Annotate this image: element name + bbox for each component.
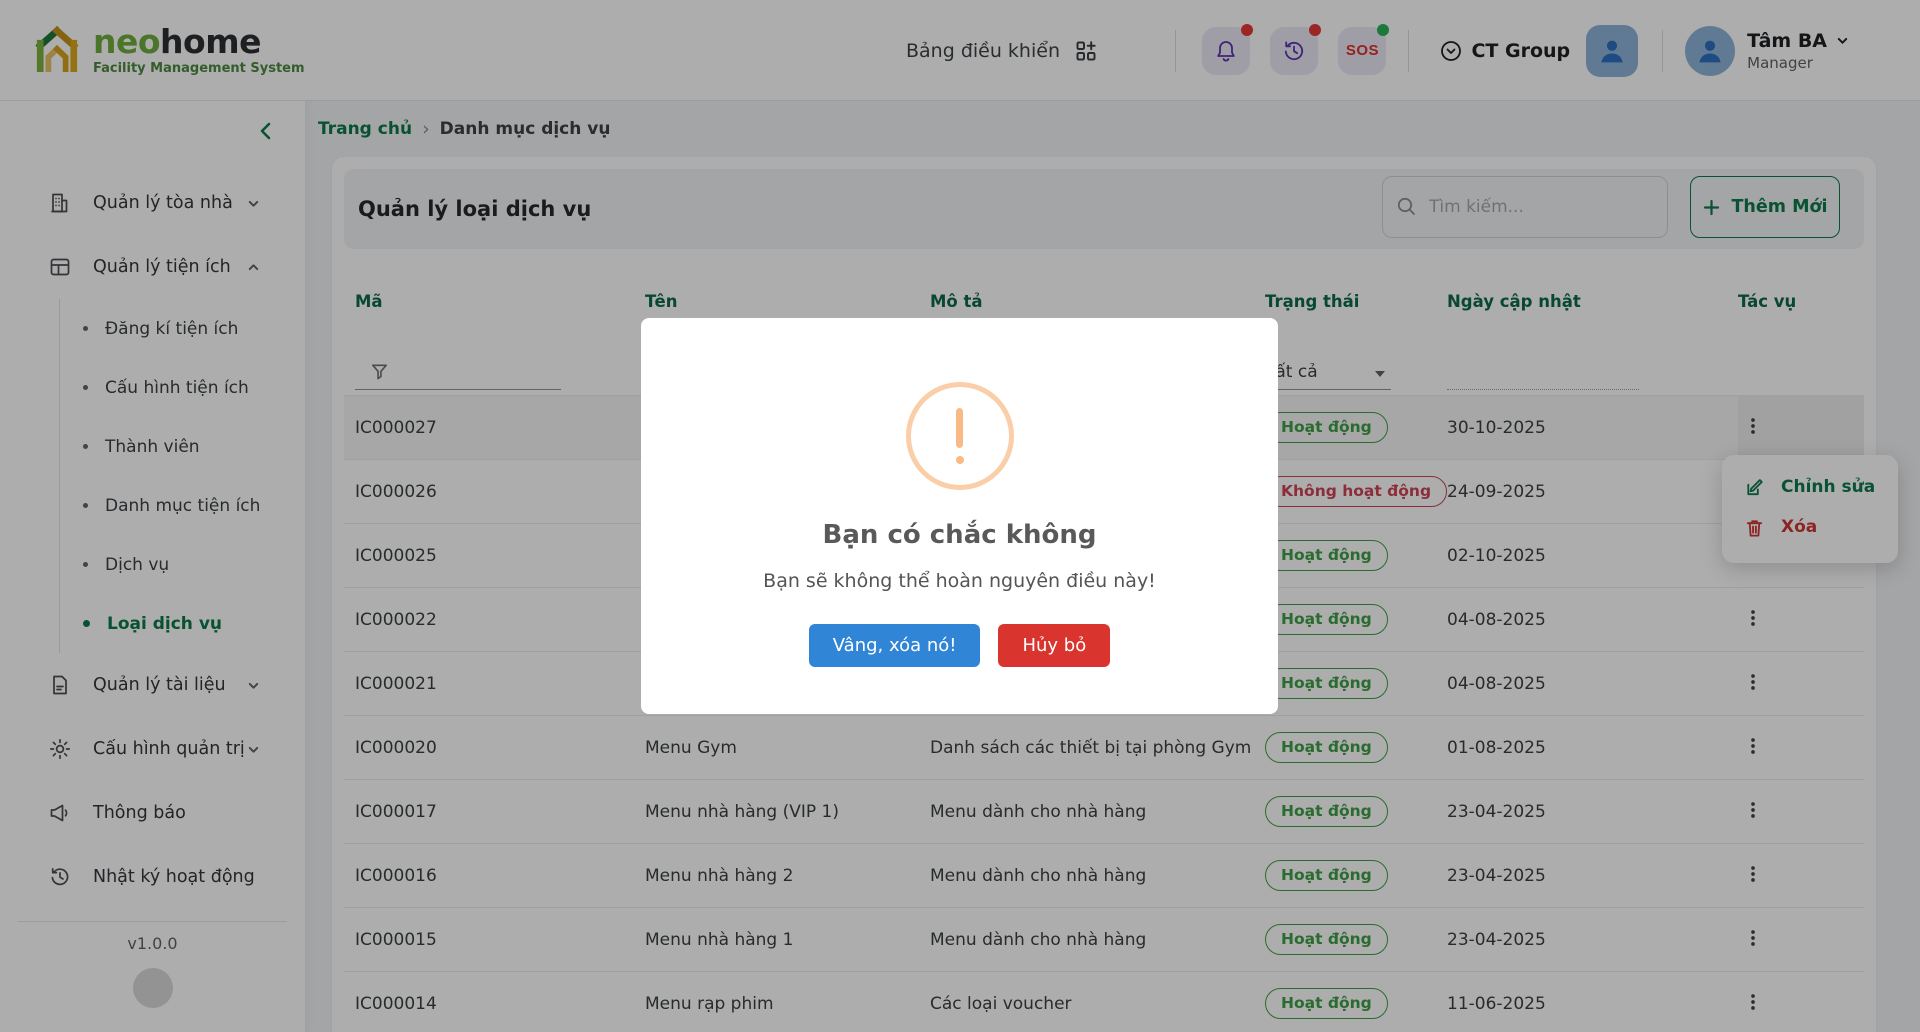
warning-exclamation-dot [956, 456, 964, 464]
dialog-actions: Vâng, xóa nó! Hủy bỏ [809, 624, 1111, 667]
warning-exclamation-bar [956, 408, 963, 448]
cancel-button[interactable]: Hủy bỏ [998, 624, 1110, 667]
dialog-title: Bạn có chắc không [823, 520, 1097, 550]
confirm-delete-button[interactable]: Vâng, xóa nó! [809, 624, 981, 667]
warning-icon [906, 382, 1014, 490]
dialog-message: Bạn sẽ không thể hoàn nguyên điều này! [763, 570, 1156, 592]
confirm-dialog: Bạn có chắc không Bạn sẽ không thể hoàn … [641, 318, 1278, 714]
